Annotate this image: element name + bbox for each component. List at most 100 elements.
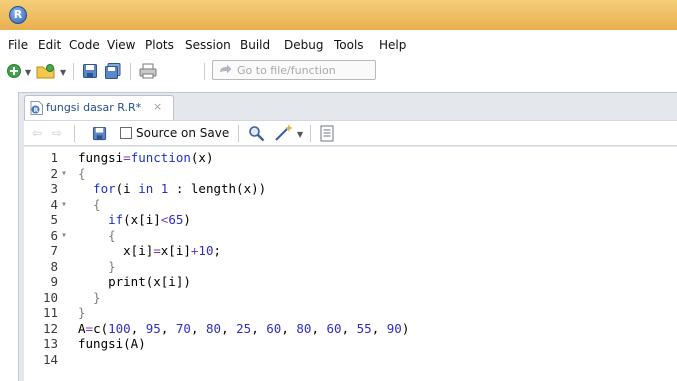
code-token: { <box>108 227 116 243</box>
code-line[interactable]: 10} <box>24 290 677 305</box>
code-token: 100 <box>108 320 131 336</box>
code-token: 25 <box>236 320 252 336</box>
tab-fungsi-dasar[interactable]: R fungsi dasar R.R* × <box>24 95 174 120</box>
line-number: 13 <box>42 336 58 351</box>
code-token: , <box>251 320 267 336</box>
editor-toolbar: ⇦ ⇨ Source on Save ▼ <box>24 120 677 146</box>
menu-edit[interactable]: Edit <box>38 38 61 52</box>
project-dropdown-icon[interactable]: ▼ <box>60 68 66 77</box>
code-line[interactable]: 13 fungsi(A) <box>24 336 677 351</box>
print-icon[interactable] <box>139 63 157 79</box>
code-token: , <box>160 320 176 336</box>
fold-toggle-icon[interactable]: ▾ <box>61 228 71 243</box>
code-token: 55 <box>356 320 372 336</box>
code-tools-dropdown-icon[interactable]: ▼ <box>297 130 303 139</box>
code-token: , <box>130 320 146 336</box>
code-token: = <box>85 320 94 336</box>
back-arrow-icon[interactable]: ⇦ <box>32 126 42 140</box>
code-token: ) <box>183 212 191 227</box>
close-icon[interactable]: × <box>153 100 162 113</box>
menu-tools[interactable]: Tools <box>334 38 364 52</box>
code-token: 70 <box>175 320 191 336</box>
rstudio-logo-icon[interactable]: R <box>9 6 27 24</box>
menu-file[interactable]: File <box>8 38 28 52</box>
menu-debug[interactable]: Debug <box>284 38 323 52</box>
code-token: } <box>108 258 116 274</box>
menu-view[interactable]: View <box>107 38 135 52</box>
code-line[interactable]: 3 for(i in 1 : length(x)) <box>24 181 677 196</box>
code-text: fungsi(A) <box>78 336 146 351</box>
line-number: 10 <box>42 289 58 305</box>
menu-build[interactable]: Build <box>240 38 270 52</box>
code-token: , <box>221 320 237 336</box>
forward-arrow-icon[interactable]: ⇨ <box>52 126 62 140</box>
code-line[interactable]: 5 if(x[i]<65) <box>24 212 677 227</box>
code-token: { <box>93 196 101 212</box>
save-all-icon[interactable] <box>104 63 122 79</box>
open-project-icon[interactable] <box>36 63 56 79</box>
code-line[interactable]: 11} <box>24 305 677 320</box>
r-script-file-icon: R <box>30 101 43 115</box>
code-token: 65 <box>168 212 184 227</box>
code-token: if <box>108 212 124 227</box>
code-token: for <box>93 181 116 196</box>
code-token: { <box>78 165 86 181</box>
code-line[interactable]: 7 x[i]=x[i]+10; <box>24 243 677 258</box>
code-line[interactable]: 2 ▾ { <box>24 166 677 181</box>
code-token: , <box>281 320 297 336</box>
code-token: } <box>78 305 86 320</box>
code-token: 80 <box>206 320 222 336</box>
title-bar: R <box>0 0 677 30</box>
menu-bar: File Edit Code View Plots Session Build … <box>0 30 677 56</box>
code-text: { <box>78 228 116 243</box>
go-to-file-input[interactable]: Go to file/function <box>212 60 376 80</box>
fold-toggle-icon[interactable]: ▾ <box>61 166 71 181</box>
magic-wand-icon[interactable] <box>274 124 294 142</box>
menu-help[interactable]: Help <box>379 38 406 52</box>
line-number: 12 <box>42 320 58 336</box>
line-number: 5 <box>50 212 58 227</box>
code-line[interactable]: 4 ▾ { <box>24 197 677 212</box>
code-token: x[i] <box>123 243 154 258</box>
code-token: } <box>93 289 101 305</box>
code-line[interactable]: 1 fungsi=function(x) <box>24 150 677 165</box>
code-token: fungsi <box>78 150 124 165</box>
menu-plots[interactable]: Plots <box>145 38 174 52</box>
save-icon[interactable] <box>82 63 98 79</box>
menu-session[interactable]: Session <box>185 38 231 52</box>
code-line[interactable]: 14 <box>24 352 677 367</box>
save-icon[interactable] <box>92 126 107 141</box>
source-on-save-checkbox[interactable] <box>120 127 132 139</box>
code-token: c( <box>93 320 109 336</box>
new-file-icon[interactable] <box>6 63 22 79</box>
menu-code[interactable]: Code <box>69 38 100 52</box>
source-on-save-label: Source on Save <box>136 126 230 140</box>
code-token: A <box>78 320 86 336</box>
code-text: A=c(100, 95, 70, 80, 25, 60, 80, 60, 55,… <box>78 321 409 336</box>
code-token: fungsi(A) <box>78 336 146 351</box>
line-number: 9 <box>50 274 58 289</box>
code-token: print(x[i]) <box>108 274 191 289</box>
compile-report-icon[interactable] <box>320 125 334 142</box>
code-text: print(x[i]) <box>78 274 191 289</box>
code-line[interactable]: 6 ▾ { <box>24 228 677 243</box>
line-number: 2 <box>50 165 58 181</box>
code-token: (x[i] <box>123 212 161 227</box>
line-number: 4 <box>50 196 58 212</box>
code-line[interactable]: 8} <box>24 259 677 274</box>
code-token: , <box>341 320 357 336</box>
code-line[interactable]: 12 A=c(100, 95, 70, 80, 25, 60, 80, 60, 5… <box>24 321 677 336</box>
code-token: (x) <box>190 150 214 165</box>
line-number: 1 <box>50 150 58 165</box>
line-number: 6 <box>50 227 58 243</box>
fold-toggle-icon[interactable]: ▾ <box>61 197 71 212</box>
code-token: (i <box>115 181 139 196</box>
new-file-dropdown-icon[interactable]: ▼ <box>25 68 31 77</box>
code-token: , <box>371 320 387 336</box>
search-icon[interactable] <box>248 125 265 142</box>
code-line[interactable]: 9 print(x[i]) <box>24 274 677 289</box>
code-editor[interactable]: 1 fungsi=function(x) 2 ▾{3 for(i in 1 : leng… <box>24 147 677 381</box>
code-token: , <box>190 320 207 336</box>
code-token: 80 <box>296 320 312 336</box>
